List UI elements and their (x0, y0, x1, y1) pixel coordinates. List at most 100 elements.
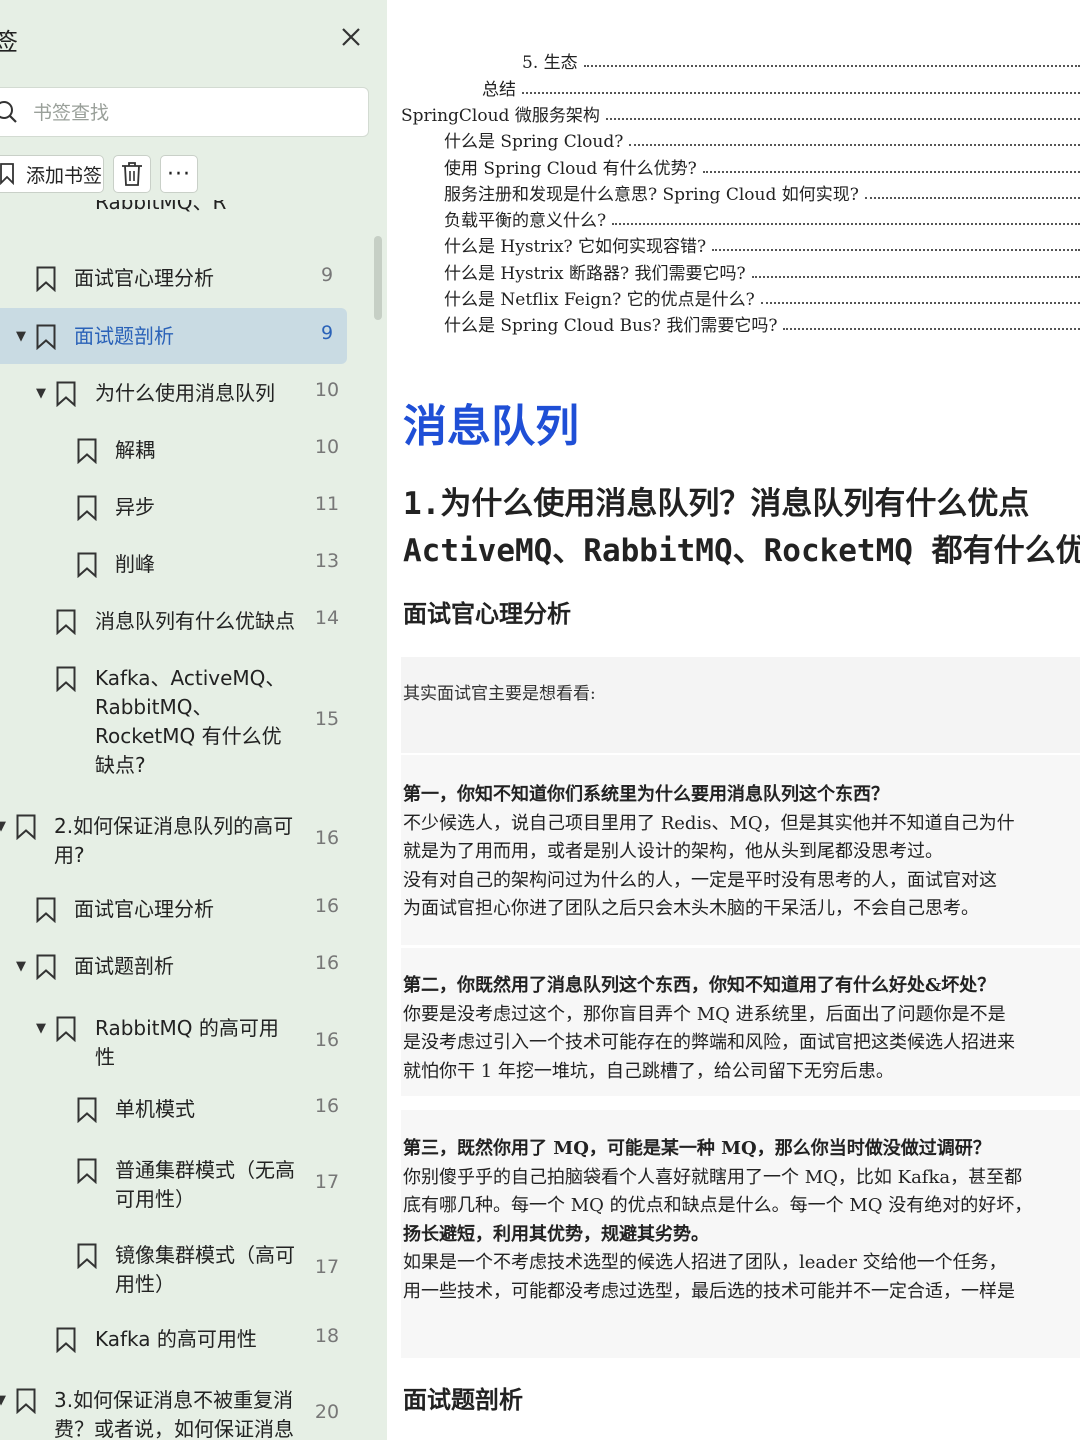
bookmark-label: RabbitMQ 的高可用性 (95, 1016, 279, 1069)
bookmark-page-number: 16 (314, 895, 340, 917)
toc-leader-dots (864, 197, 1080, 199)
bookmark-icon (56, 381, 76, 407)
bookmark-search-input[interactable] (31, 94, 355, 132)
close-icon[interactable] (338, 24, 364, 50)
bookmark-item[interactable]: ▼ RabbitMQ 的高可用性 16 (0, 1008, 387, 1078)
bookmark-icon (56, 609, 76, 635)
bookmark-item[interactable]: ▼ 为什么使用消息队列 10 (0, 365, 387, 421)
toc-entry[interactable]: 负载平衡的意义什么? (444, 206, 611, 231)
bookmark-item[interactable]: 面试官心理分析 16 (0, 881, 387, 937)
bookmark-item[interactable]: ▼ 面试题剖析 9 (0, 308, 347, 364)
bookmark-item[interactable]: 面试官心理分析 9 (0, 250, 387, 306)
expand-arrow-icon[interactable]: ▼ (36, 1021, 46, 1036)
bookmark-icon (77, 552, 97, 578)
bookmark-icon (36, 954, 56, 980)
expand-arrow-icon[interactable]: ▼ (0, 1393, 6, 1408)
bookmark-icon (36, 897, 56, 923)
toc-entry-text: 总结 (482, 80, 520, 100)
paragraph-first: 第一，你知不知道你们系统里为什么要用消息队列这个东西？ 不少候选人，说自己项目里… (403, 781, 1015, 924)
toc-entry-text: 服务注册和发现是什么意思? Spring Cloud 如何实现? (444, 185, 863, 205)
paragraph-line: 你别傻乎乎的自己拍脑袋看个人喜好就瞎用了一个 MQ，比如 Kafka，甚至都 (403, 1166, 1023, 1188)
bookmark-page-number: 15 (314, 708, 340, 730)
bookmark-label: 消息队列有什么优缺点 (95, 609, 295, 633)
toc-entry[interactable]: 什么是 Hystrix? 它如何实现容错? (444, 232, 711, 257)
bookmark-page-number: 16 (314, 1095, 340, 1117)
bookmark-page-number: 10 (314, 379, 340, 401)
paragraph-line: 没有对自己的架构问过为什么的人，一定是平时没有思考的人，面试官对这 (403, 869, 997, 891)
toc-entry[interactable]: 什么是 Spring Cloud Bus? 我们需要它吗? (444, 311, 782, 336)
bookmark-item[interactable]: 单机模式 16 (0, 1081, 387, 1137)
bookmark-icon (77, 1097, 97, 1123)
toc-entry-text: 5. 生态 (522, 53, 582, 73)
bookmark-item[interactable]: ▼ 3.如何保证消息不被重复消 费？或者说，如何保证消息 20 (0, 1380, 387, 1440)
toc-entry[interactable]: 什么是 Netflix Feign? 它的优点是什么? (444, 285, 759, 310)
paragraph-line: 是没考虑过引入一个技术可能存在的弊端和风险，面试官把这类候选人招进来 (403, 1032, 1015, 1053)
bookmark-icon (36, 324, 56, 350)
toc-entry[interactable]: 什么是 Hystrix 断路器? 我们需要它吗? (444, 259, 750, 284)
toc-entry[interactable]: 总结 (482, 75, 520, 100)
bookmark-item[interactable]: ▼ 面试题剖析 16 (0, 938, 387, 994)
paragraph-line: 第二，你既然用了消息队列这个东西，你知不知道用了有什么好处&坏处？ (403, 975, 996, 996)
bookmark-page-number: 14 (314, 607, 340, 629)
toc-entry-text: 什么是 Spring Cloud Bus? 我们需要它吗? (444, 316, 782, 336)
bookmark-label: 面试官心理分析 (74, 897, 214, 921)
toc-leader-dots (760, 302, 1080, 304)
expand-arrow-icon[interactable]: ▼ (0, 819, 6, 834)
bookmark-label: 面试官心理分析 (74, 266, 214, 290)
bookmark-item[interactable]: RabbitMQ、R (0, 200, 387, 230)
toc-leader-dots (612, 223, 1080, 225)
bookmark-label: 普通集群模式（无高 可用性） (115, 1158, 295, 1211)
bookmark-panel: 签 添加书签 ··· RabbitMQ、R 面试官心理分析 9 ▼ 面试题剖析 9 ▼ 为什么… (0, 0, 387, 1440)
delete-bookmark-button[interactable] (113, 155, 151, 193)
document-view: 5. 生态 总结 SpringCloud 微服务架构 什么是 Spring Cloud… (387, 0, 1080, 1440)
paragraph-line: 用一些技术，可能都没考虑过选型，最后选的技术可能并不一定合适，一样是 (403, 1280, 1015, 1302)
toc-leader-dots (522, 92, 1080, 94)
paragraph-line: 如果是一个不考虑技术选型的候选人招进了团队，leader 交给他一个任务， (403, 1252, 1007, 1273)
toc-entry[interactable]: 什么是 Spring Cloud? (444, 127, 628, 152)
paragraph-line: 就怕你干 1 年挖一堆坑，自己跳槽了，给公司留下无穷后患。 (403, 1060, 894, 1082)
bookmark-icon (77, 1158, 97, 1184)
bookmark-page-number: 16 (314, 1029, 340, 1051)
paragraph-line: 底有哪几种。每一个 MQ 的优点和缺点是什么。每一个 MQ 没有绝对的好坏， (403, 1195, 1033, 1216)
toc-leader-dots (583, 65, 1080, 67)
bookmark-label: 面试题剖析 (74, 954, 174, 978)
toc-entry[interactable]: 服务注册和发现是什么意思? Spring Cloud 如何实现? (444, 180, 863, 205)
toc-leader-dots (702, 171, 1080, 173)
bookmark-item[interactable]: 镜像集群模式（高可 用性） 17 (0, 1235, 387, 1305)
bookmark-label: 2.如何保证消息队列的高可 用? (54, 814, 294, 867)
question-title-line: ActiveMQ、RabbitMQ、RocketMQ 都有什么优 (403, 533, 1080, 569)
bookmark-label: 异步 (115, 495, 155, 519)
add-bookmark-button[interactable]: 添加书签 (0, 155, 104, 193)
bookmark-item[interactable]: Kafka、ActiveMQ、 RabbitMQ、 RocketMQ 有什么优 缺点?… (0, 662, 387, 782)
toc-entry[interactable]: 使用 Spring Cloud 有什么优势? (444, 154, 701, 179)
bookmark-item[interactable]: ▼ 2.如何保证消息队列的高可 用? 16 (0, 806, 387, 876)
bookmark-item[interactable]: 异步 11 (0, 479, 387, 535)
sidebar-scrollbar[interactable] (374, 236, 382, 320)
bookmark-icon (56, 1016, 76, 1042)
bookmark-search-box[interactable] (0, 87, 369, 137)
add-bookmark-label: 添加书签 (25, 164, 102, 187)
toc-leader-dots (605, 118, 1080, 120)
bookmark-label: 单机模式 (115, 1097, 195, 1121)
bookmark-icon (36, 266, 56, 292)
more-options-button[interactable]: ··· (160, 155, 198, 193)
toc-entry[interactable]: SpringCloud 微服务架构 (401, 101, 604, 126)
bookmark-label: Kafka 的高可用性 (95, 1327, 257, 1351)
bookmark-label: Kafka、ActiveMQ、 RabbitMQ、 RocketMQ 有什么优 缺点? (95, 666, 286, 777)
bookmark-item[interactable]: Kafka 的高可用性 18 (0, 1311, 387, 1367)
intro-text: 其实面试官主要是想看看: (403, 684, 596, 704)
bookmark-item[interactable]: 解耦 10 (0, 422, 387, 478)
expand-arrow-icon[interactable]: ▼ (16, 329, 26, 344)
toc-leader-dots (783, 328, 1080, 330)
bookmark-page-number: 10 (314, 436, 340, 458)
expand-arrow-icon[interactable]: ▼ (36, 386, 46, 401)
bookmark-item[interactable]: 消息队列有什么优缺点 14 (0, 593, 387, 649)
bookmark-label: 削峰 (115, 552, 155, 576)
bookmark-icon (16, 1388, 36, 1414)
toc-entry-text: SpringCloud 微服务架构 (401, 106, 604, 126)
expand-arrow-icon[interactable]: ▼ (16, 959, 26, 974)
search-icon (0, 101, 17, 123)
bookmark-item[interactable]: 普通集群模式（无高 可用性） 17 (0, 1150, 387, 1220)
bookmark-item[interactable]: 削峰 13 (0, 536, 387, 592)
toc-entry[interactable]: 5. 生态 (522, 48, 582, 73)
